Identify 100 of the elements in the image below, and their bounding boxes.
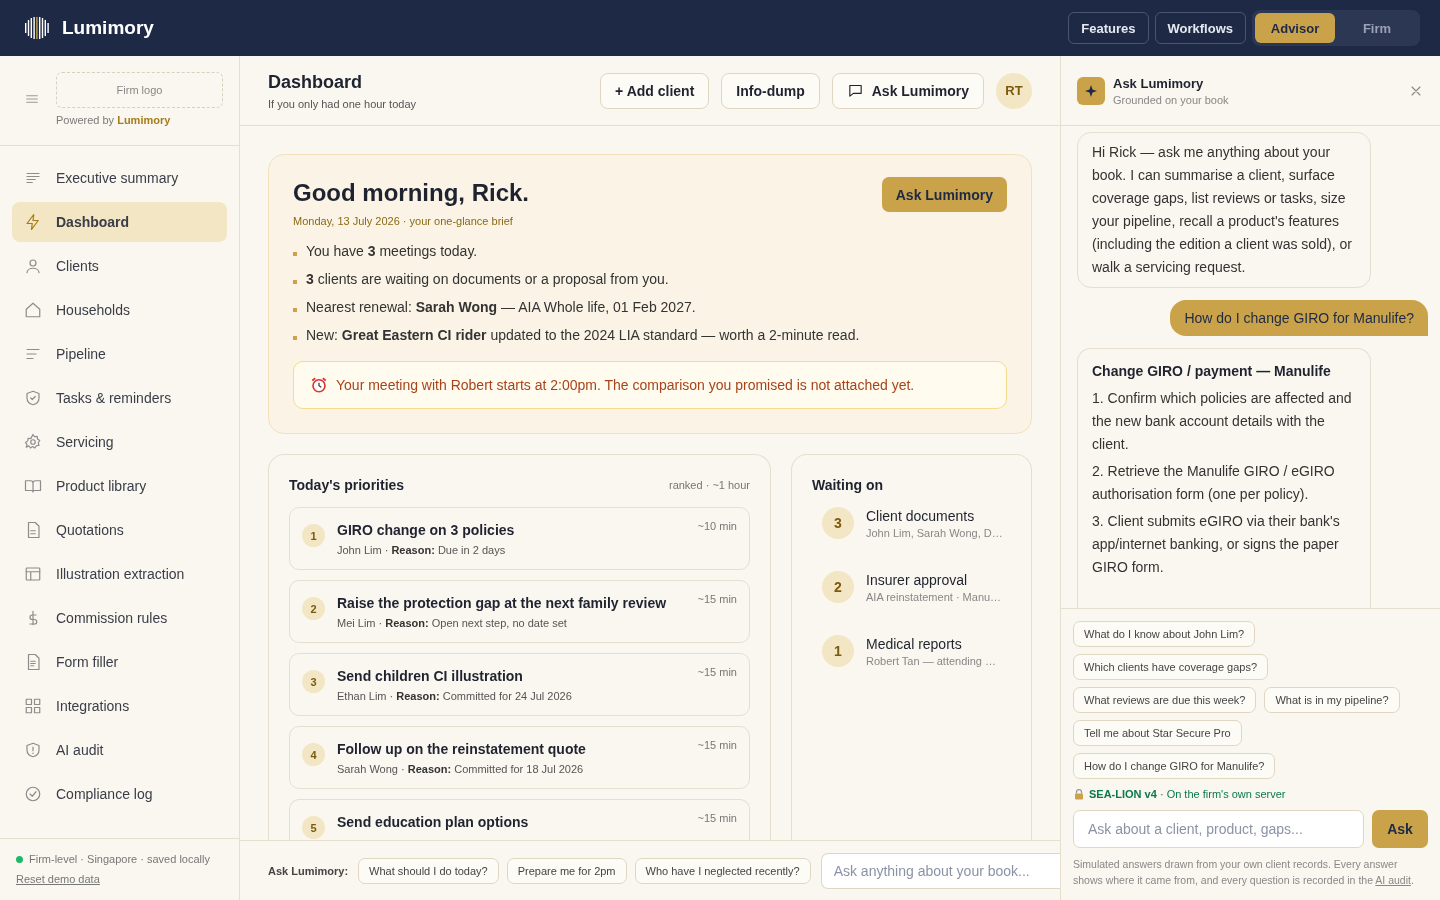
- brief-item: 3 clients are waiting on documents or a proposal from you.: [306, 271, 669, 287]
- card-title: Today's priorities: [289, 477, 405, 493]
- user-message: How do I change GIRO for Manulife?: [1170, 300, 1428, 336]
- powered-by-text: Powered by Lumimory: [56, 114, 172, 126]
- waiting-detail: John Lim, Sarah Wong, D…: [866, 526, 1003, 539]
- disclaimer-text: Simulated answers drawn from your own client records. Every answer shows where it came from, and every question is recorded in the AI audit.: [1072, 857, 1415, 888]
- priority-title: Send education plan options: [337, 814, 530, 830]
- count-badge: 3: [822, 507, 854, 539]
- sidebar-item[interactable]: Illustration extraction: [12, 554, 227, 594]
- sidebar-item[interactable]: Tasks & reminders: [12, 378, 227, 418]
- count-badge: 2: [822, 571, 854, 603]
- sidebar-item[interactable]: AI audit: [12, 730, 227, 770]
- avatar[interactable]: RT: [996, 72, 1032, 109]
- bullet-icon: [293, 251, 297, 256]
- priority-item[interactable]: 4 Follow up on the reinstatement quote Sarah Wong · Reason: Committed for 18 Jul 2026 ~15 min: [289, 726, 750, 789]
- audit-link[interactable]: AI audit: [1375, 874, 1411, 886]
- sidebar-item[interactable]: Form filler: [12, 642, 227, 682]
- date-text: Monday, 13 July 2026 · your one-glance brief: [293, 215, 514, 227]
- reset-link[interactable]: Reset demo data: [16, 873, 100, 885]
- priority-title: Send children CI illustration: [337, 668, 524, 684]
- ask-input[interactable]: Ask anything about your book...: [820, 852, 1060, 889]
- suggestion-chip[interactable]: What reviews are due this week?: [1073, 687, 1257, 713]
- answer-step: 1. Confirm which policies are affected and the new bank account details with the client.: [1092, 387, 1356, 456]
- sidebar-item[interactable]: Servicing: [12, 422, 227, 462]
- panel-subtitle: Grounded on your book: [1113, 93, 1229, 106]
- priority-detail: Mei Lim · Reason: Open next step, no date set: [337, 617, 568, 629]
- suggestion-chip[interactable]: Prepare me for 2pm: [506, 857, 627, 884]
- rank-badge: 1: [302, 524, 325, 547]
- sidebar-item[interactable]: Households: [12, 290, 227, 330]
- sidebar-item[interactable]: Product library: [12, 466, 227, 506]
- ask-button[interactable]: Ask: [1372, 810, 1428, 848]
- shield-check-icon: [24, 389, 42, 407]
- house-icon: [24, 301, 42, 319]
- rank-badge: 5: [302, 816, 325, 839]
- layout-icon: [24, 565, 42, 583]
- greeting: Good morning, Rick.: [293, 179, 529, 207]
- suggestion-chip[interactable]: What should I do today?: [358, 857, 499, 884]
- ask-button[interactable]: Ask Lumimory: [831, 72, 984, 109]
- mode-tab[interactable]: Firm: [1337, 13, 1417, 43]
- nav-button[interactable]: Workflows: [1154, 12, 1246, 44]
- priority-item[interactable]: 2 Raise the protection gap at the next family review Mei Lim · Reason: Open next step, no date set ~15 min: [289, 580, 750, 643]
- waiting-title: Insurer approval: [866, 571, 969, 588]
- waiting-detail: Robert Tan — attending …: [866, 654, 997, 667]
- alert-text: Your meeting with Robert starts at 2:00pm. The comparison you promised is not attached yet.: [336, 377, 915, 393]
- nav-button[interactable]: Features: [1068, 12, 1149, 44]
- waiting-title: Client documents: [866, 507, 976, 524]
- sidebar-item[interactable]: Pipeline: [12, 334, 227, 374]
- panel-title: Ask Lumimory: [1113, 75, 1205, 91]
- brief-item: New: Great Eastern CI rider updated to the 2024 LIA standard — worth a 2-minute read.: [306, 327, 860, 343]
- card-meta: ranked · ~1 hour: [668, 479, 750, 491]
- waiting-title: Medical reports: [866, 635, 963, 652]
- priority-title: Follow up on the reinstatement quote: [337, 741, 587, 757]
- bullet-icon: [293, 307, 297, 312]
- status-text: Firm-level · Singapore · saved locally: [29, 853, 210, 865]
- suggestion-chip[interactable]: Who have I neglected recently?: [634, 857, 811, 884]
- duration-text: ~15 min: [697, 593, 737, 605]
- lock-icon: [1073, 788, 1085, 800]
- sidebar-item[interactable]: Compliance log: [12, 774, 227, 814]
- logo-upload-field[interactable]: Firm logo: [56, 72, 223, 108]
- ask-button[interactable]: Ask Lumimory: [881, 177, 1007, 212]
- sidebar-item[interactable]: Quotations: [12, 510, 227, 550]
- bullet-icon: [293, 279, 297, 284]
- sidebar-item[interactable]: Clients: [12, 246, 227, 286]
- model-text: SEA-LION v4 · On the firm's own server: [1089, 788, 1286, 800]
- header-button[interactable]: Info-dump: [721, 72, 820, 109]
- priority-item[interactable]: 1 GIRO change on 3 policies John Lim · Reason: Due in 2 days ~10 min: [289, 507, 750, 570]
- bolt-icon: [24, 213, 42, 231]
- header-button[interactable]: + Add client: [600, 72, 710, 109]
- assistant-message: Hi Rick — ask me anything about your book. I can summarise a client, surface coverage gaps, list reviews or tasks, size your pipeline, recall a product's features (including the edition a client was sold), or walk a servicing request.: [1077, 132, 1371, 288]
- suggestion-chip[interactable]: Tell me about Star Secure Pro: [1073, 720, 1242, 746]
- duration-text: ~15 min: [697, 739, 737, 751]
- priority-item[interactable]: 3 Send children CI illustration Ethan Lim · Reason: Committed for 24 Jul 2026 ~15 min: [289, 653, 750, 716]
- brief-item: You have 3 meetings today.: [306, 243, 478, 259]
- sidebar-item[interactable]: Commission rules: [12, 598, 227, 638]
- suggestion-chip[interactable]: What is in my pipeline?: [1264, 687, 1400, 713]
- suggestion-chip[interactable]: Which clients have coverage gaps?: [1073, 654, 1269, 680]
- rank-badge: 3: [302, 670, 325, 693]
- book-icon: [24, 477, 42, 495]
- quick-ask-label: Ask Lumimory:: [268, 864, 349, 877]
- chat-input[interactable]: Ask about a client, product, gaps...: [1073, 810, 1364, 848]
- sidebar-item[interactable]: Executive summary: [12, 158, 227, 198]
- rank-badge: 4: [302, 743, 325, 766]
- alarm-clock-icon: [310, 376, 328, 394]
- shield-alert-icon: [24, 741, 42, 759]
- status-dot: [16, 855, 23, 863]
- priority-title: Raise the protection gap at the next family review: [337, 595, 668, 611]
- sparkle-icon: [1085, 84, 1097, 97]
- mode-tab[interactable]: Advisor: [1255, 13, 1335, 43]
- gear-icon: [24, 433, 42, 451]
- check-circle-icon: [24, 785, 42, 803]
- sidebar-item[interactable]: Dashboard: [12, 202, 227, 242]
- sidebar-item[interactable]: Integrations: [12, 686, 227, 726]
- suggestion-chip[interactable]: How do I change GIRO for Manulife?: [1073, 753, 1276, 779]
- suggestion-chip[interactable]: What do I know about John Lim?: [1073, 621, 1256, 647]
- answer-heading: Change GIRO / payment — Manulife: [1092, 362, 1332, 381]
- duration-text: ~10 min: [697, 520, 737, 532]
- card-title: Waiting on: [812, 477, 884, 493]
- duration-text: ~15 min: [697, 666, 737, 678]
- answer-step: 3. Client submits eGIRO via their bank's app/internet banking, or signs the paper GIRO form.: [1092, 510, 1356, 579]
- page-title: Dashboard: [268, 71, 364, 93]
